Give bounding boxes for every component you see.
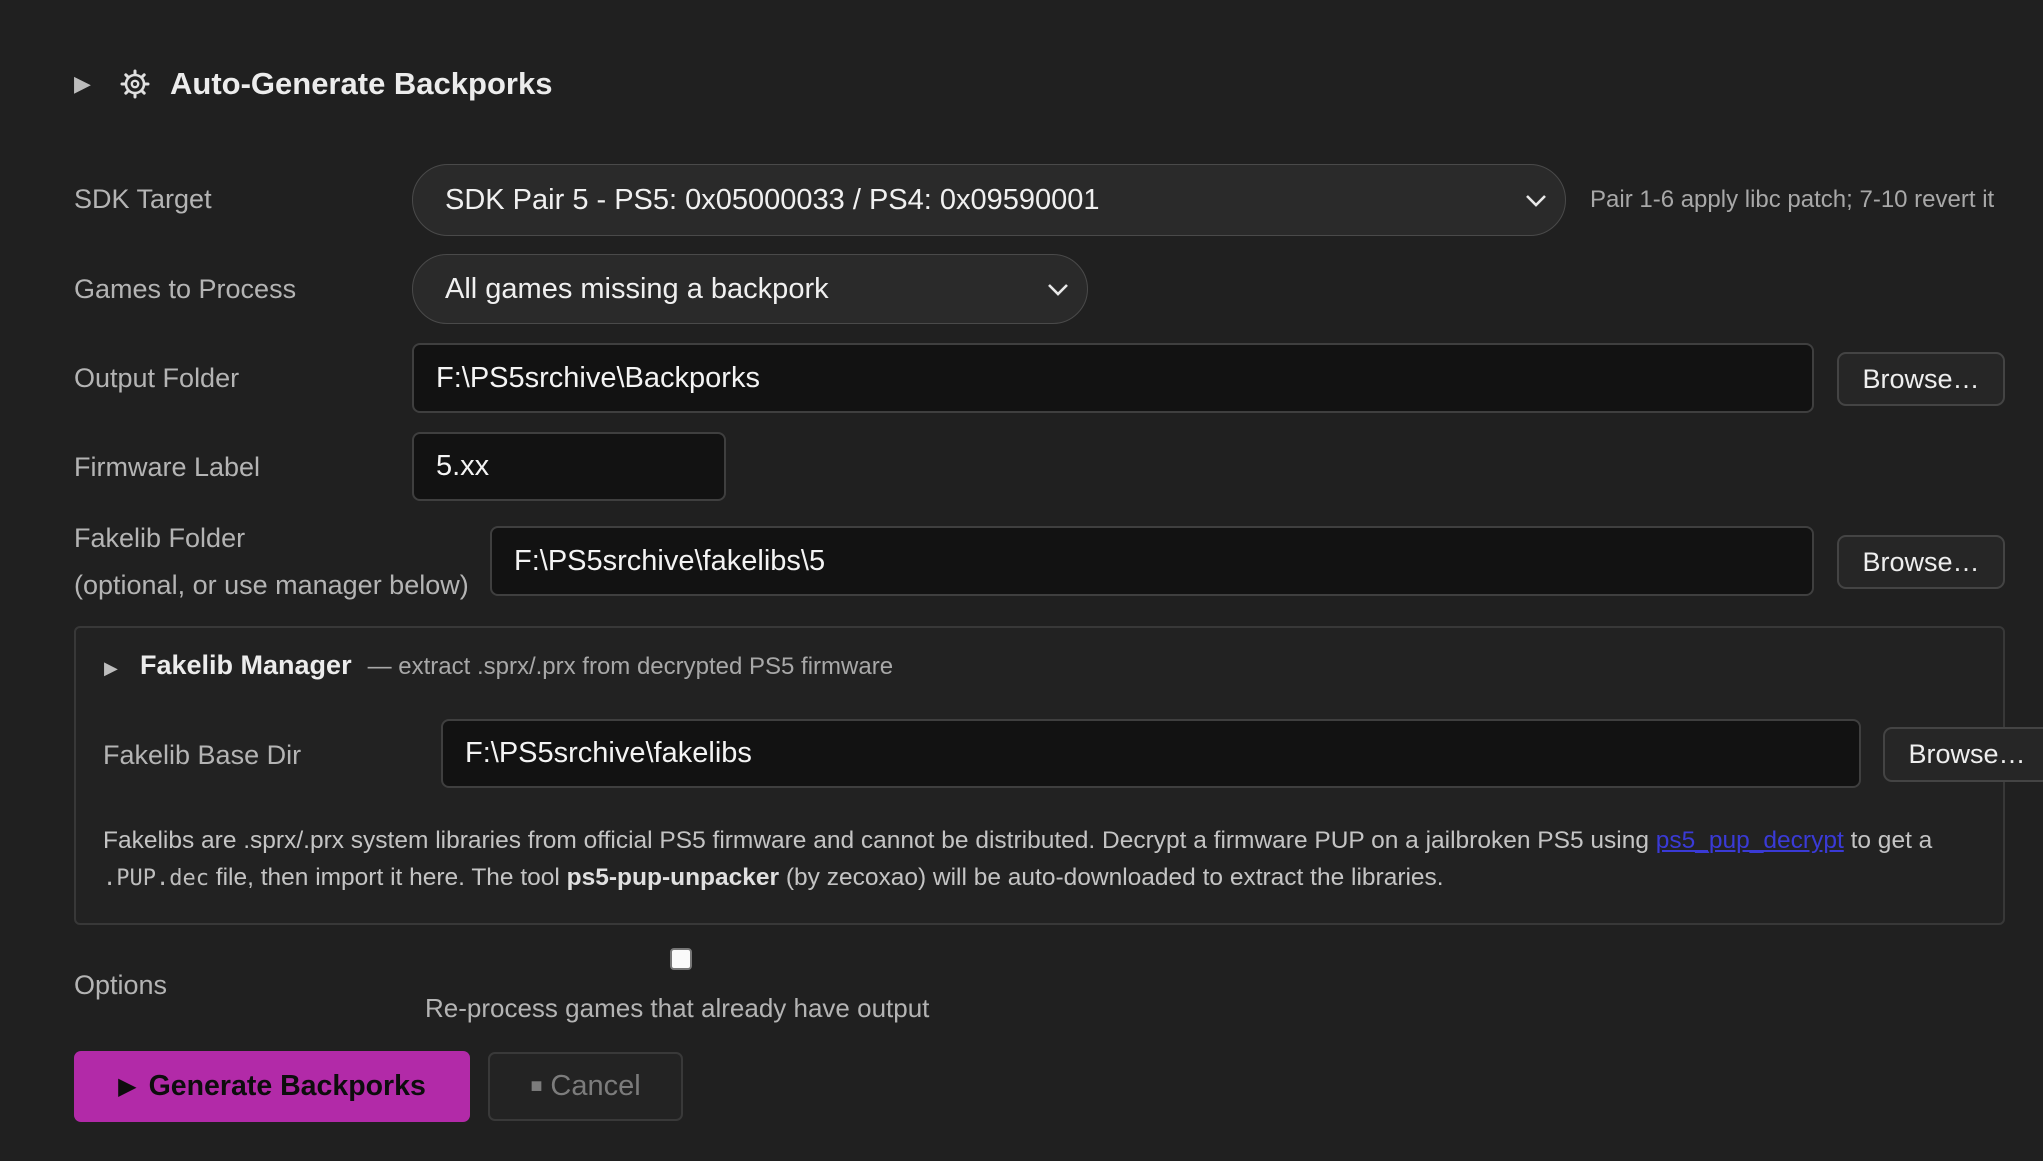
stop-icon: ■ [530, 1075, 543, 1097]
fakelib-base-dir-browse-button[interactable]: Browse… [1883, 727, 2043, 782]
reprocess-label: Re-process games that already have outpu… [425, 993, 930, 1023]
chevron-down-icon [1526, 195, 1546, 207]
sdk-target-hint: Pair 1-6 apply libc patch; 7-10 revert i… [1590, 186, 1995, 213]
section-header[interactable]: ▶ Auto-Generate Backporks [74, 62, 552, 106]
triangle-right-icon[interactable]: ▶ [74, 71, 96, 97]
fakelib-manager-subtitle: — extract .sprx/.prx from decrypted PS5 … [367, 653, 894, 680]
info-text-part: (by zecoxao) will be auto-downloaded to … [779, 864, 1444, 891]
info-text-part: file, then import it here. The tool [208, 864, 567, 891]
fakelib-folder-label: Fakelib Folder [74, 523, 246, 553]
fakelib-folder-sublabel: (optional, or use manager below) [74, 570, 469, 600]
fakelib-base-dir-input[interactable]: F:\PS5srchive\fakelibs [441, 719, 1861, 788]
output-folder-input[interactable]: F:\PS5srchive\Backporks [412, 343, 1814, 413]
chevron-down-icon [1048, 284, 1068, 296]
pup-dec-code: .PUP.dec [103, 866, 209, 891]
cancel-label: Cancel [550, 1070, 641, 1102]
games-to-process-label: Games to Process [74, 274, 297, 304]
cancel-button[interactable]: ■ Cancel [488, 1052, 683, 1121]
fakelib-manager-title: Fakelib Manager [140, 650, 352, 680]
games-to-process-value: All games missing a backpork [445, 272, 829, 305]
info-text-part: Fakelibs are .sprx/.prx system libraries… [103, 827, 1656, 854]
fakelib-folder-browse-button[interactable]: Browse… [1837, 535, 2005, 589]
sdk-target-label: SDK Target [74, 184, 212, 214]
output-folder-browse-button[interactable]: Browse… [1837, 352, 2005, 406]
sdk-target-select[interactable]: SDK Pair 5 - PS5: 0x05000033 / PS4: 0x09… [412, 164, 1566, 236]
generate-backporks-button[interactable]: ▶ Generate Backporks [74, 1051, 470, 1122]
fakelib-manager-header[interactable]: ▶ Fakelib Manager — extract .sprx/.prx f… [104, 650, 893, 681]
firmware-label-input[interactable]: 5.xx [412, 432, 726, 501]
options-label: Options [74, 970, 168, 1000]
fakelib-info-text: Fakelibs are .sprx/.prx system libraries… [103, 822, 1993, 897]
ps5-pup-decrypt-link[interactable]: ps5_pup_decrypt [1656, 827, 1844, 854]
fakelib-base-dir-label: Fakelib Base Dir [103, 740, 302, 770]
sdk-target-value: SDK Pair 5 - PS5: 0x05000033 / PS4: 0x09… [445, 183, 1100, 216]
info-text-part: to get a [1843, 827, 1933, 854]
firmware-label-label: Firmware Label [74, 452, 261, 482]
output-folder-label: Output Folder [74, 363, 240, 393]
generate-backporks-label: Generate Backporks [148, 1070, 426, 1102]
play-icon: ▶ [118, 1073, 137, 1100]
triangle-right-icon[interactable]: ▶ [104, 658, 140, 679]
games-to-process-select[interactable]: All games missing a backpork [412, 254, 1088, 324]
ps5-pup-unpacker-name: ps5-pup-unpacker [566, 864, 780, 891]
gear-icon [120, 69, 150, 99]
reprocess-checkbox[interactable] [670, 948, 692, 970]
fakelib-manager-panel: ▶ Fakelib Manager — extract .sprx/.prx f… [74, 626, 2043, 925]
fakelib-folder-input[interactable]: F:\PS5srchive\fakelibs\5 [490, 526, 1814, 596]
section-title: Auto-Generate Backporks [170, 66, 553, 101]
